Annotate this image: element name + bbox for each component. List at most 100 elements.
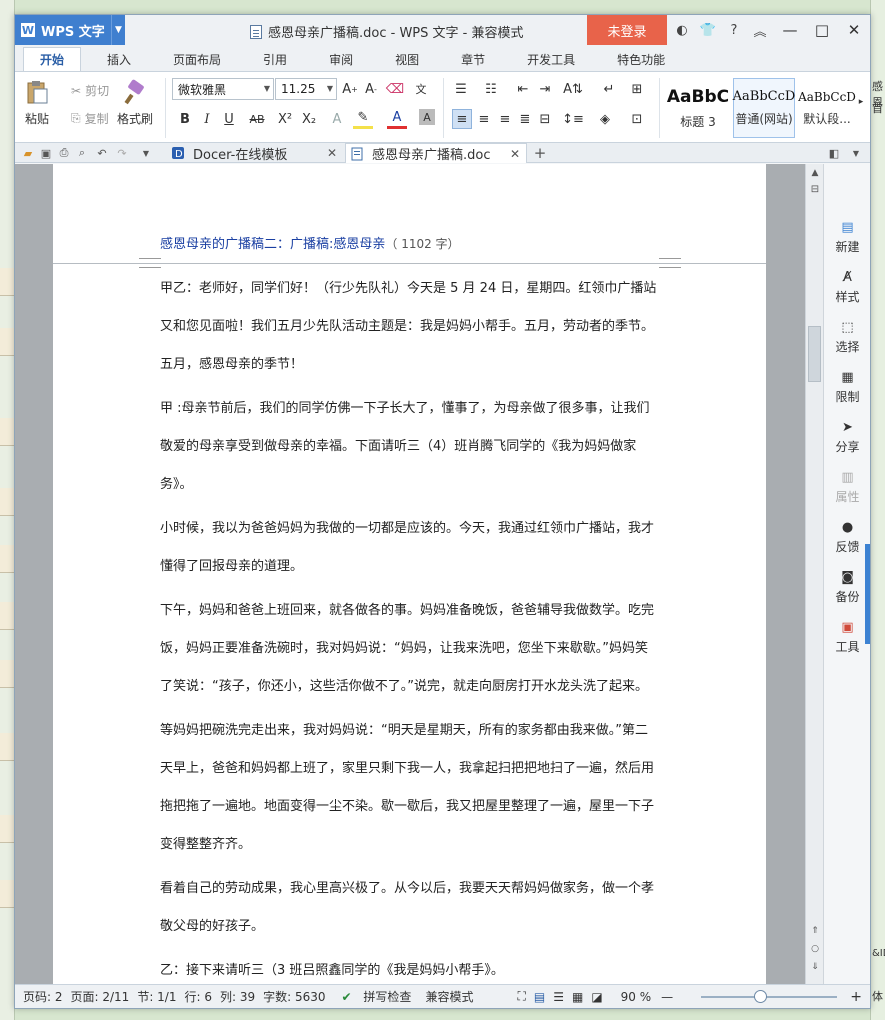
strikethrough-icon[interactable]: AB (247, 109, 267, 129)
style-normal-web[interactable]: AaBbCcD 普通(网站) (733, 78, 795, 138)
close-tab-icon[interactable]: ✕ (510, 147, 520, 161)
font-size-select[interactable]: 11.25 ▼ (275, 78, 337, 100)
panel-share[interactable]: ➤ 分享 (824, 419, 870, 455)
paste-button[interactable]: 粘贴 (23, 78, 51, 127)
cut-button[interactable]: ✂ 剪切 (71, 82, 109, 99)
customize-icon[interactable]: ▼ (139, 146, 153, 160)
minimize-icon[interactable]: — (774, 15, 806, 45)
outdent-icon[interactable]: ⇤ (513, 79, 533, 99)
document-page[interactable]: 感恩母亲的广播稿二：广播稿:感恩母亲（ 1102 字） 甲乙：老师好，同学们好！… (53, 164, 766, 984)
panel-select[interactable]: ⬚ 选择 (824, 319, 870, 355)
subscript-icon[interactable]: X₂ (299, 109, 319, 129)
panel-properties[interactable]: ▥ 属性 (824, 469, 870, 505)
status-words[interactable]: 字数: 5630 (263, 988, 325, 1005)
chinese-layout-icon[interactable]: A⇅ (563, 79, 583, 99)
grow-font-icon[interactable]: A + (340, 79, 360, 99)
help-icon[interactable]: ? (723, 19, 745, 41)
tab-features[interactable]: 特色功能 (601, 47, 681, 71)
skin-icon[interactable]: ◐ (671, 19, 693, 41)
fullscreen-view-icon[interactable]: ⛶ (517, 989, 525, 1004)
pinyin-icon[interactable]: 文 (411, 79, 431, 99)
panel-tools[interactable]: ▣ 工具 (824, 619, 870, 655)
char-shading-icon[interactable]: A (419, 109, 435, 125)
print-icon[interactable]: ⎙ (57, 146, 71, 160)
underline-icon[interactable]: U (219, 109, 239, 129)
open-icon[interactable]: ▰ (21, 146, 35, 160)
table-icon[interactable]: ⊞ (627, 79, 647, 99)
app-menu-button[interactable]: W WPS 文字 ▼ (15, 15, 125, 45)
prev-page-icon[interactable]: ⇑ (806, 924, 824, 938)
tab-review[interactable]: 审阅 (313, 47, 369, 71)
close-icon[interactable]: ✕ (838, 15, 870, 45)
zoom-in-icon[interactable]: + (850, 989, 862, 1005)
scroll-up-icon[interactable]: ▲ (806, 166, 824, 180)
document-body[interactable]: 甲乙：老师好，同学们好！（行少先队礼）今天是 5 月 24 日，星期四。红领巾广… (160, 270, 660, 996)
panel-styles[interactable]: A̸ 样式 (824, 269, 870, 305)
panel-feedback[interactable]: ● 反馈 (824, 519, 870, 555)
style-heading3[interactable]: AaBbC 标题 3 (665, 78, 731, 138)
login-button[interactable]: 未登录 (587, 15, 667, 45)
print-preview-icon[interactable]: ⌕ (75, 146, 89, 160)
chevron-down-icon[interactable]: ▼ (111, 15, 125, 45)
copy-button[interactable]: ⎘ 复制 (71, 110, 109, 127)
page-view-icon[interactable]: ▤ (534, 990, 545, 1004)
distribute-icon[interactable]: ⊟ (535, 109, 555, 129)
scroll-thumb[interactable] (808, 326, 821, 382)
doc-tab-docer[interactable]: D Docer-在线模板 ✕ (167, 143, 343, 163)
shirt-icon[interactable]: 👕 (697, 19, 719, 41)
panel-restrict[interactable]: ▦ 限制 (824, 369, 870, 405)
tab-chapter[interactable]: 章节 (445, 47, 501, 71)
show-marks-icon[interactable]: ↵ (599, 79, 619, 99)
font-color-icon[interactable]: A (387, 109, 407, 129)
outline-view-icon[interactable]: ☰ (553, 990, 564, 1004)
tab-list-icon[interactable]: ▼ (849, 146, 863, 160)
zoom-out-icon[interactable]: — (661, 990, 673, 1004)
undo-icon[interactable]: ↶ (95, 146, 109, 160)
bold-icon[interactable]: B (175, 109, 195, 129)
justify-icon[interactable]: ≣ (515, 109, 535, 129)
tab-page-layout[interactable]: 页面布局 (157, 47, 237, 71)
ruler-toggle-icon[interactable]: ⊟ (806, 182, 824, 196)
tab-view[interactable]: 视图 (379, 47, 435, 71)
spell-check-button[interactable]: ✔ 拼写检查 (334, 988, 412, 1005)
zoom-level[interactable]: 90 % (621, 990, 652, 1004)
indent-icon[interactable]: ⇥ (535, 79, 555, 99)
vertical-scrollbar[interactable]: ▲ ⊟ ⇑ ○ ⇓ (805, 164, 823, 984)
shading-icon[interactable]: ◈ (595, 109, 615, 129)
zoom-slider[interactable] (701, 996, 837, 998)
tab-insert[interactable]: 插入 (91, 47, 147, 71)
borders-icon[interactable]: ⊡ (627, 109, 647, 129)
save-icon[interactable]: ▣ (39, 146, 53, 160)
close-tab-icon[interactable]: ✕ (327, 146, 337, 160)
web-view-icon[interactable]: ▦ (572, 990, 583, 1004)
maximize-icon[interactable]: □ (806, 15, 838, 45)
align-right-icon[interactable]: ≡ (495, 109, 515, 129)
text-effect-icon[interactable]: A (327, 109, 347, 129)
next-page-icon[interactable]: ⇓ (806, 960, 824, 974)
line-spacing-icon[interactable]: ↕≡ (562, 109, 584, 129)
redo-icon[interactable]: ↷ (115, 146, 129, 160)
bullets-icon[interactable]: ☰ (451, 79, 471, 99)
numbering-icon[interactable]: ☷ (481, 79, 501, 99)
browse-object-icon[interactable]: ○ (806, 942, 824, 956)
panel-new[interactable]: ▤ 新建 (824, 219, 870, 255)
tab-references[interactable]: 引用 (247, 47, 303, 71)
tab-home[interactable]: 开始 (23, 47, 82, 71)
italic-icon[interactable]: I (197, 109, 217, 129)
styles-more-icon[interactable]: ▸ (855, 92, 867, 112)
doc-tab-active[interactable]: 感恩母亲广播稿.doc ✕ (345, 143, 527, 163)
superscript-icon[interactable]: X² (275, 109, 295, 129)
align-center-icon[interactable]: ≡ (474, 109, 494, 129)
style-default-paragraph[interactable]: AaBbCcD 默认段... (797, 78, 857, 138)
align-left-icon[interactable]: ≡ (452, 109, 472, 129)
reading-view-icon[interactable]: ◪ (591, 990, 602, 1004)
new-tab-icon[interactable]: + (533, 144, 547, 162)
tab-developer[interactable]: 开发工具 (511, 47, 591, 71)
highlight-icon[interactable]: ✎ (353, 109, 373, 129)
font-name-select[interactable]: 微软雅黑 ▼ (172, 78, 274, 100)
panel-backup[interactable]: ◙ 备份 (824, 569, 870, 605)
clear-format-icon[interactable]: ⌫ (385, 79, 405, 99)
collapse-ribbon-icon[interactable]: ︽ (749, 19, 771, 41)
tab-menu-icon[interactable]: ◧ (827, 146, 841, 160)
zoom-slider-knob[interactable] (754, 990, 767, 1003)
